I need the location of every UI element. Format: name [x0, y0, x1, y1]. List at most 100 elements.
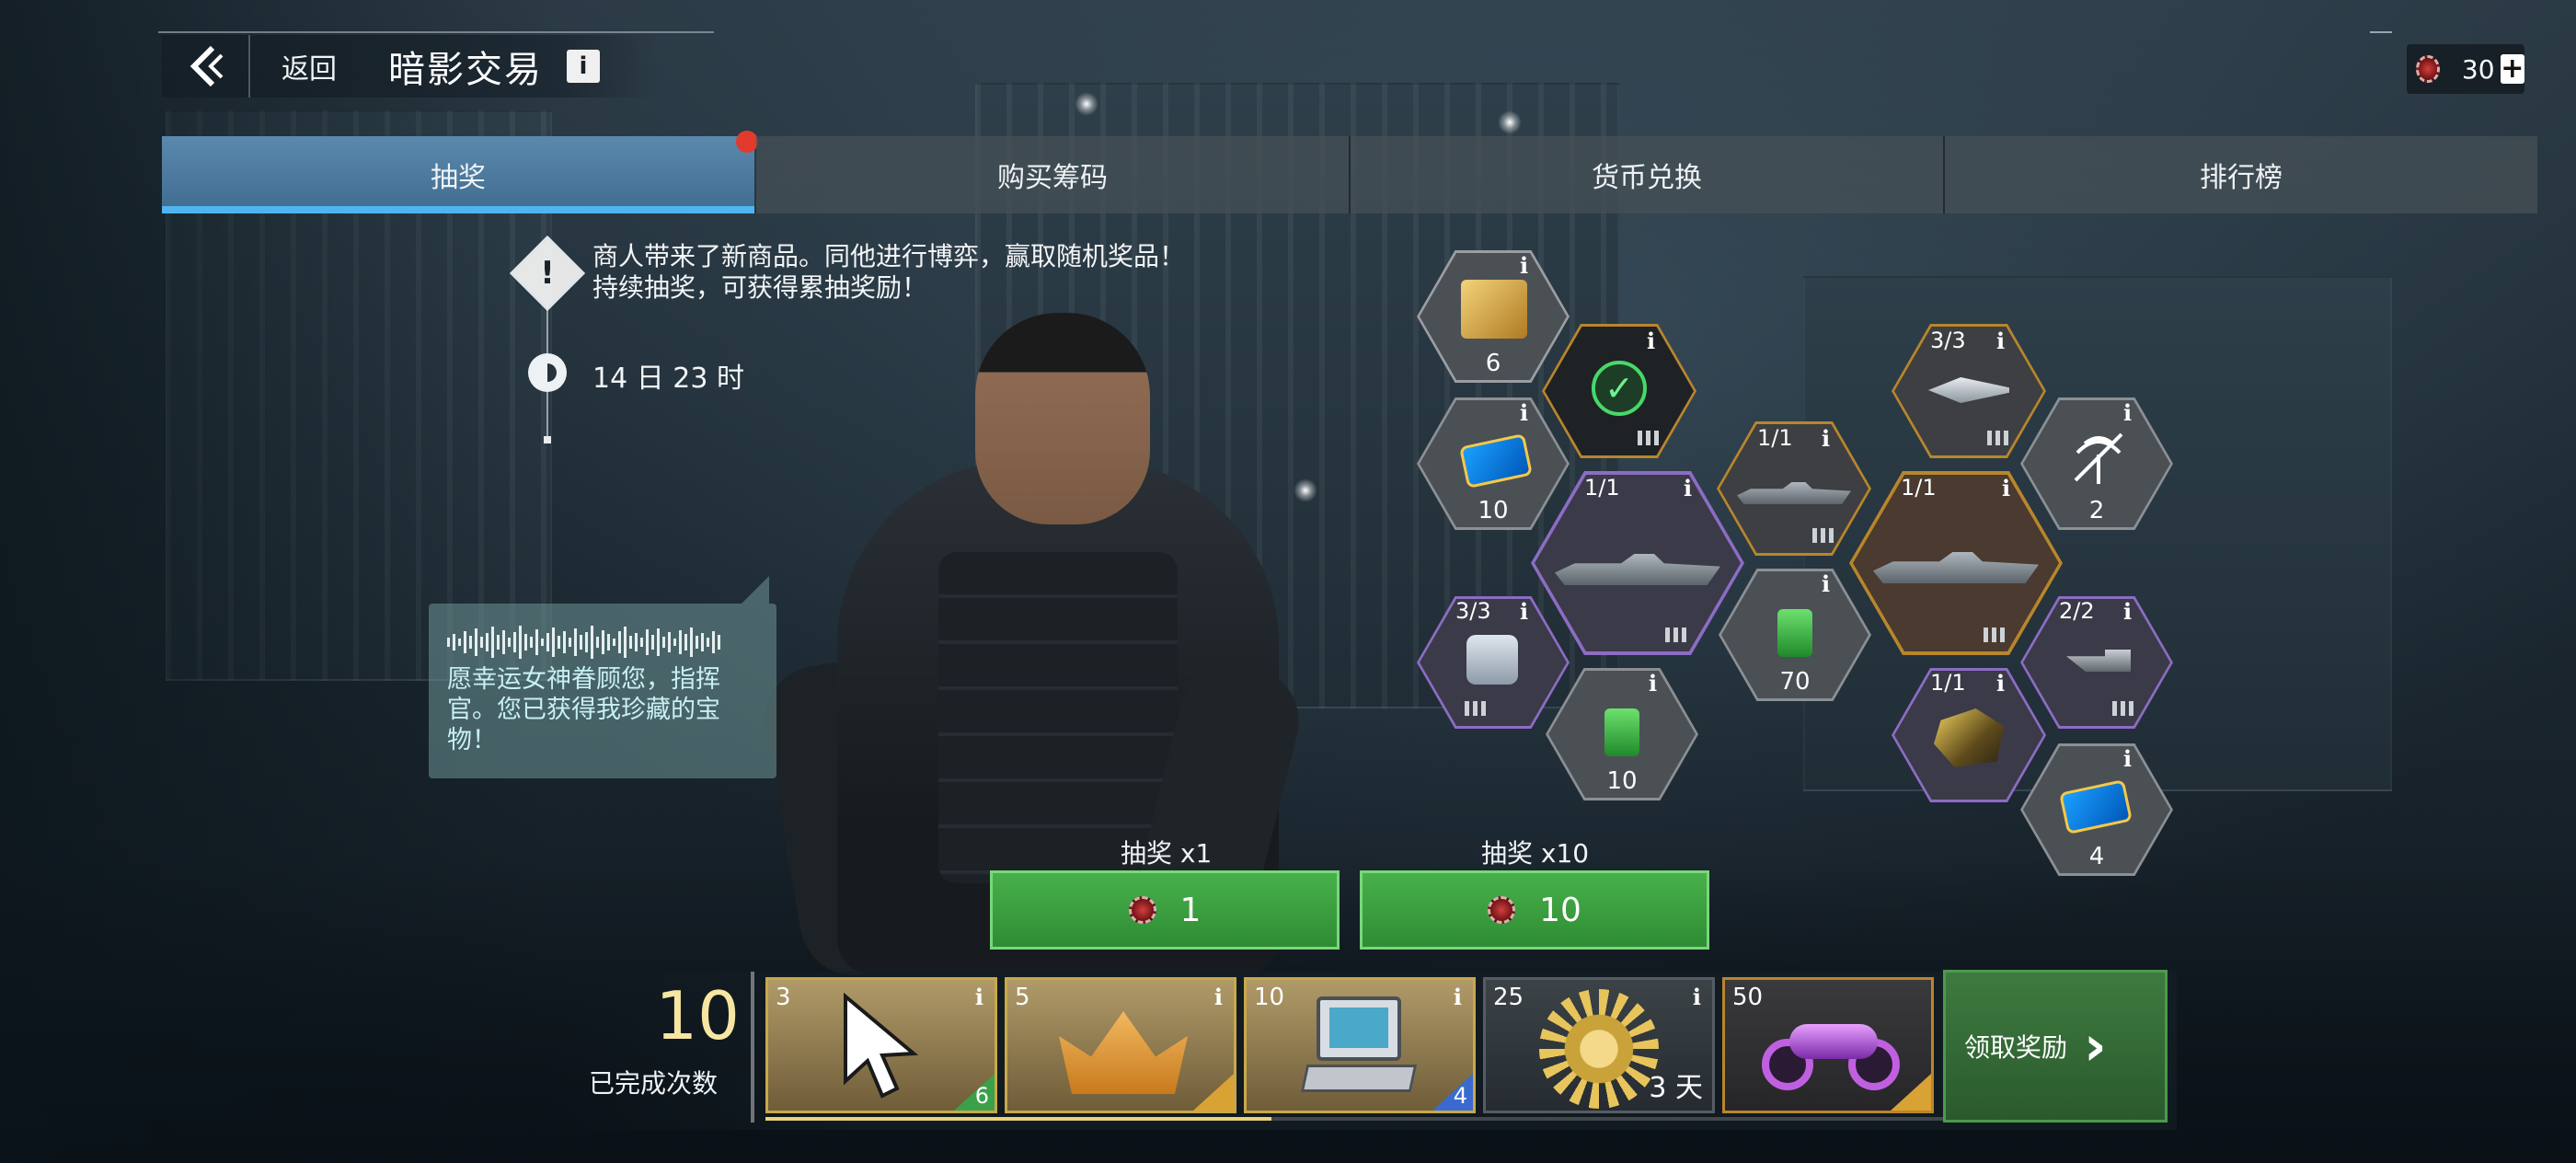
info-icon[interactable]: i	[975, 984, 983, 1010]
info-icon[interactable]: i	[1520, 399, 1528, 426]
gear-crosshair-icon	[1461, 280, 1527, 339]
prize-limit: 1/1	[1757, 425, 1793, 451]
event-timer: 14 日 23 时	[592, 363, 744, 395]
computer-icon	[1300, 996, 1418, 1098]
milestone-threshold: 3	[776, 984, 791, 1011]
milestone-reward[interactable]: 25 i 3 天	[1483, 977, 1715, 1113]
tab-lottery[interactable]: 抽奖	[162, 131, 758, 213]
info-icon[interactable]: i	[1822, 570, 1830, 597]
prize-limit: 1/1	[1930, 670, 1966, 696]
milestone-qty: 4	[1453, 1083, 1467, 1109]
tier-iii-icon	[1812, 528, 1836, 543]
info-icon[interactable]: i	[2123, 598, 2132, 625]
speech-bubble: 愿幸运女神眷顾您，指挥官。您已获得我珍藏的宝物！	[429, 576, 776, 778]
divider	[751, 972, 754, 1123]
chip-icon	[1488, 896, 1516, 924]
chevron-right-icon: ›	[2084, 1014, 2107, 1078]
header-rule-right	[2370, 31, 2392, 33]
upgrade-chip-icon	[1777, 609, 1812, 657]
info-icon[interactable]: i	[1684, 475, 1692, 501]
milestone-threshold: 50	[1732, 984, 1764, 1011]
tab-label: 购买筹码	[997, 162, 1108, 194]
info-icon[interactable]: i	[1520, 252, 1528, 279]
info-icon[interactable]: i	[1996, 670, 2005, 697]
currency-value: 30	[2461, 53, 2495, 85]
info-icon[interactable]: i	[1822, 425, 1830, 452]
timeline-dot	[544, 436, 551, 443]
draw-multi-label: 抽奖 x10	[1481, 838, 1590, 869]
draw-multi-button[interactable]: 10	[1360, 870, 1709, 950]
bg-light	[1498, 110, 1522, 134]
tier-iii-icon	[1665, 628, 1689, 642]
info-icon[interactable]: i	[1649, 670, 1657, 697]
tier-iii-icon	[2112, 701, 2136, 716]
info-icon[interactable]: i	[1647, 328, 1655, 354]
milestone-duration: 3 天	[1649, 1072, 1703, 1104]
motorcycle-icon	[1762, 1020, 1900, 1090]
milestone-reward[interactable]: 10 i 4	[1244, 977, 1476, 1113]
milestone-reward[interactable]: 50	[1722, 977, 1934, 1113]
milestone-qty-corner: 4	[1432, 1074, 1473, 1111]
info-icon[interactable]: i	[567, 50, 600, 83]
progress-track	[765, 1117, 1943, 1121]
prize-limit: 3/3	[1455, 598, 1491, 624]
tier-iii-icon	[1987, 431, 2011, 445]
milestone-qty-corner: 6	[954, 1074, 995, 1111]
bg-light	[1075, 92, 1098, 116]
tab-label: 货币兑换	[1592, 162, 1702, 194]
module-icon	[1466, 635, 1518, 685]
character-head	[975, 313, 1150, 524]
claim-label: 领取奖励	[1964, 1032, 2068, 1063]
info-icon[interactable]: i	[1214, 984, 1223, 1010]
chevron-left-icon	[190, 45, 224, 87]
upgrade-chip-icon	[1604, 708, 1639, 756]
info-icon[interactable]: i	[2123, 399, 2132, 426]
milestone-threshold: 25	[1493, 984, 1524, 1011]
check-icon: ✓	[1592, 361, 1647, 416]
tab-label: 排行榜	[2200, 162, 2283, 194]
tab-leaderboard[interactable]: 排行榜	[1945, 136, 2537, 213]
chip-icon	[1128, 896, 1156, 924]
back-button[interactable]	[162, 35, 250, 98]
milestone-threshold: 5	[1015, 984, 1030, 1011]
draw-single-label: 抽奖 x1	[1121, 838, 1213, 869]
currency-counter: 30 +	[2407, 44, 2524, 94]
page-title: 暗影交易	[388, 49, 543, 91]
back-label[interactable]: 返回	[282, 46, 337, 86]
completed-label: 已完成次数	[589, 1068, 719, 1099]
info-icon[interactable]: i	[1520, 598, 1528, 625]
milestone-reward[interactable]: 5 i	[1005, 977, 1236, 1113]
tab-buy-chips[interactable]: 购买筹码	[756, 136, 1351, 213]
milestone-threshold: 10	[1254, 984, 1285, 1011]
prize-limit: 3/3	[1930, 328, 1966, 353]
tab-currency-exchange[interactable]: 货币兑换	[1351, 136, 1945, 213]
draw-cost: 1	[1179, 891, 1202, 929]
tier-iii-icon	[1638, 431, 1662, 445]
info-icon[interactable]: i	[1693, 984, 1701, 1010]
add-currency-button[interactable]: +	[2500, 54, 2524, 84]
info-icon[interactable]: i	[1454, 984, 1462, 1010]
signal-off-icon	[2074, 432, 2123, 484]
event-desc-line: 商人带来了新商品。同他进行博弈，赢取随机奖品！	[592, 241, 1186, 271]
draw-single-button[interactable]: 1	[990, 870, 1340, 950]
crown-icon	[1059, 1011, 1188, 1094]
info-icon[interactable]: i	[2123, 745, 2132, 772]
info-icon[interactable]: i	[1996, 328, 2005, 354]
clock-icon	[528, 353, 567, 392]
prize-limit: 2/2	[2059, 598, 2095, 624]
milestone-reward[interactable]: 3 i 6	[765, 977, 997, 1113]
speech-text: 愿幸运女神眷顾您，指挥官。您已获得我珍藏的宝物！	[447, 665, 720, 754]
tier-iii-icon	[1984, 628, 2007, 642]
prize-qty: 10	[1606, 767, 1638, 795]
header-rule	[158, 31, 714, 33]
claim-reward-button[interactable]: 领取奖励 ›	[1943, 970, 2168, 1123]
info-icon[interactable]: i	[2002, 475, 2010, 501]
chip-icon	[2416, 55, 2440, 83]
completed-count: 10	[655, 977, 740, 1054]
milestone-qty: 6	[974, 1083, 989, 1109]
progress-fill	[765, 1117, 1272, 1121]
header-bar: 返回 暗影交易 i	[162, 35, 659, 98]
tier-iii-icon	[1465, 701, 1489, 716]
milestone-qty-corner	[1193, 1074, 1234, 1111]
notification-dot	[736, 131, 758, 153]
